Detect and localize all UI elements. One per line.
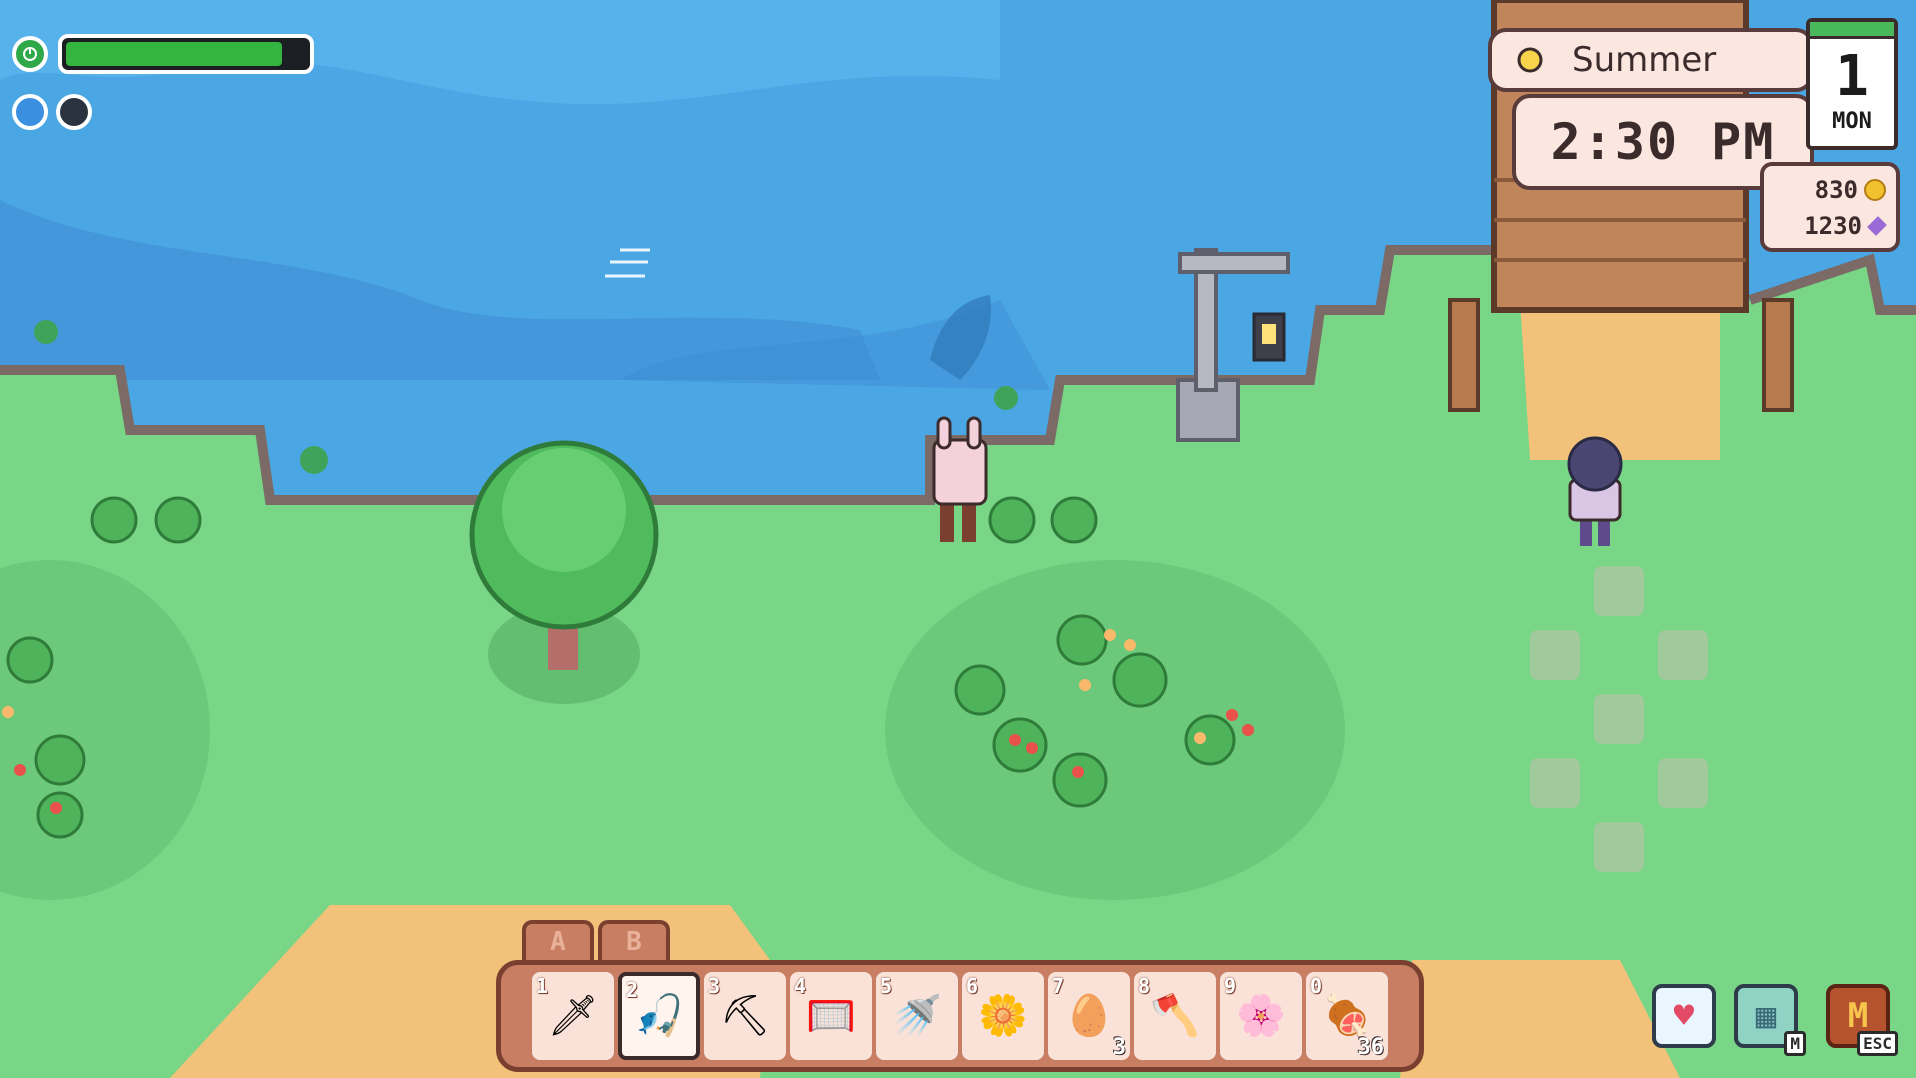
hotbar-slot-5[interactable]: 5 🚿 [876,972,958,1060]
map-hotkey: M [1784,1031,1806,1056]
journal-hotkey: ESC [1857,1031,1898,1056]
moon-icon [56,94,92,130]
hotbar-slot-1[interactable]: 1 🗡 [532,972,614,1060]
hotbar-slot-key: 4 [794,974,807,998]
sun-icon [1517,47,1543,73]
blue-flower-icon: 🌸 [1236,993,1286,1039]
energy-icon [12,36,48,72]
hotbar-slot-4[interactable]: 4 🥅 [790,972,872,1060]
hotbar-slot-key: 1 [536,974,549,998]
calendar-icon[interactable]: 1 MON [1806,18,1898,150]
gem-amount: 1230 [1804,212,1862,240]
heart-icon: ♥ [1673,996,1695,1036]
status-effects [12,94,92,130]
energy-meter [12,34,314,74]
hotbar-slot-3[interactable]: 3 ⛏ [704,972,786,1060]
hotbar-slot-0[interactable]: 0 🍖 36 [1306,972,1388,1060]
hotbar-slot-key: 5 [880,974,893,998]
energy-bar-fill [66,42,282,66]
gold-coin-icon [1864,179,1886,201]
daisy-seed-icon: 🌼 [978,993,1028,1039]
season-label: Summer [1572,40,1717,80]
gem-icon [1867,216,1887,236]
hotbar-slot-key: 7 [1052,974,1065,998]
hotbar-slot-key: 3 [708,974,721,998]
hotbar-slot-key: 8 [1138,974,1151,998]
item-count: 36 [1357,1035,1385,1060]
hotbar-tab-a[interactable]: A [522,920,594,960]
season-display: Summer [1488,28,1814,92]
energy-bar [58,34,314,74]
egg-icon: 🥚 [1064,993,1114,1039]
hotbar-slot-key: 9 [1224,974,1237,998]
map-icon: ▦ [1755,996,1777,1036]
calendar-weekday: MON [1832,109,1872,134]
map-button[interactable]: ▦ M [1734,984,1806,1056]
hotbar-tabs: A B [522,920,670,960]
hotbar: 1 🗡 2 🎣 3 ⛏ 4 🥅 5 🚿 6 🌼 7 🥚 3 8 🪓 9 🌸 0 🍖 36 [496,960,1424,1072]
hotbar-slot-key: 2 [626,978,639,1002]
pickaxe-icon: ⛏ [719,993,771,1039]
sword-icon: 🗡 [547,993,599,1039]
hotbar-slot-key: 6 [966,974,979,998]
oak-tree [469,440,659,704]
meat-icon: 🍖 [1322,993,1372,1039]
axe-icon: 🪓 [1150,993,1200,1039]
fishing-rod-icon: 🎣 [634,993,684,1039]
gold-amount: 830 [1814,176,1858,204]
time-label: 2:30 PM [1550,113,1776,171]
journal-button[interactable]: M ESC [1826,984,1898,1056]
water-drop-icon [12,94,48,130]
hotbar-slot-6[interactable]: 6 🌼 [962,972,1044,1060]
hotbar-tab-b[interactable]: B [598,920,670,960]
watering-can-icon: 🚿 [892,993,942,1039]
currency-panel: 830 1230 [1760,162,1900,252]
calendar-day: 1 [1835,44,1869,109]
hotbar-slot-7[interactable]: 7 🥚 3 [1048,972,1130,1060]
net-icon: 🥅 [806,993,856,1039]
hotbar-slot-2[interactable]: 2 🎣 [618,972,700,1060]
hotbar-slot-8[interactable]: 8 🪓 [1134,972,1216,1060]
journal-icon: M [1847,996,1869,1036]
hotbar-slot-key: 0 [1310,974,1323,998]
hotbar-slot-9[interactable]: 9 🌸 [1220,972,1302,1060]
item-count: 3 [1112,1035,1126,1060]
relationships-button[interactable]: ♥ [1652,984,1716,1048]
